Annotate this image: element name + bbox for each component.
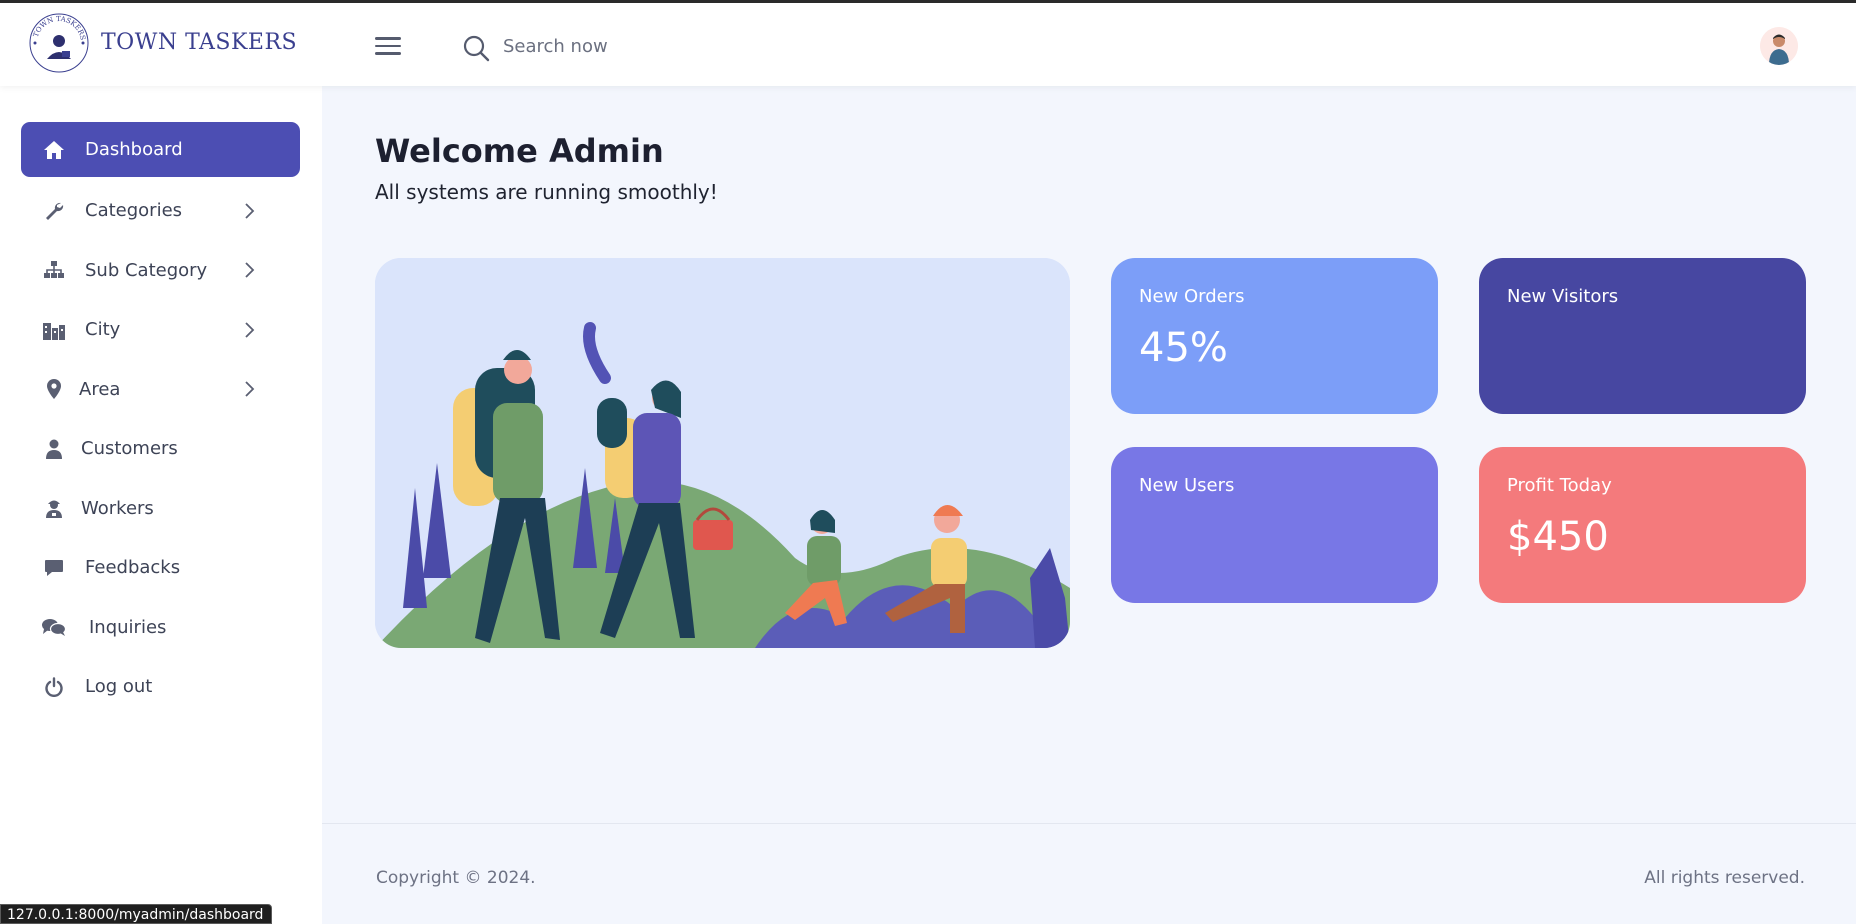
sidebar-item-dashboard[interactable]: Dashboard <box>21 122 300 177</box>
stat-card-label: New Visitors <box>1507 286 1619 307</box>
sidebar-item-categories[interactable]: Categories <box>21 185 300 237</box>
sidebar-item-label: Sub Category <box>85 259 208 281</box>
sidebar-item-label: Categories <box>85 200 183 221</box>
footer-rights: All rights reserved. <box>1644 868 1805 888</box>
family-hiking-illustration <box>375 258 1070 648</box>
brand-logo[interactable]: TOWN TASKERS <box>27 11 91 75</box>
worker-icon <box>41 497 67 519</box>
sidebar-item-customers[interactable]: Customers <box>21 423 300 475</box>
user-icon <box>41 438 67 460</box>
page-title: Welcome Admin <box>375 132 664 170</box>
stat-card-new-orders[interactable]: New Orders 45% <box>1111 258 1438 414</box>
sidebar-item-label: Feedbacks <box>85 557 181 578</box>
sidebar-item-label: Customers <box>81 438 178 459</box>
top-header: TOWN TASKERS TOWN TASKERS <box>0 3 1856 86</box>
stat-card-value: $450 <box>1507 514 1609 560</box>
stat-card-profit-today[interactable]: Profit Today $450 <box>1479 447 1806 603</box>
sidebar-item-logout[interactable]: Log out <box>21 661 300 713</box>
sidebar-item-city[interactable]: City <box>21 304 300 356</box>
home-icon <box>41 139 67 161</box>
sidebar-item-sub-category[interactable]: Sub Category <box>21 244 300 296</box>
chevron-right-icon[interactable] <box>242 380 256 398</box>
chevron-right-icon[interactable] <box>242 321 256 339</box>
chevron-right-icon[interactable] <box>242 261 256 279</box>
sidebar-item-label: Dashboard <box>85 139 183 160</box>
sidebar: Dashboard Categories Sub Category City A… <box>0 86 322 924</box>
search-icon[interactable] <box>462 34 490 62</box>
page-subtitle: All systems are running smoothly! <box>375 180 718 204</box>
stat-card-label: New Users <box>1139 475 1235 496</box>
power-icon <box>41 676 67 698</box>
sidebar-item-workers[interactable]: Workers <box>21 482 300 534</box>
menu-toggle-icon[interactable] <box>375 37 401 57</box>
sidebar-item-label: Inquiries <box>89 616 167 638</box>
footer-copyright: Copyright © 2024. <box>376 868 536 888</box>
stat-card-new-users[interactable]: New Users <box>1111 447 1438 603</box>
comment-icon <box>41 557 67 579</box>
comments-icon <box>41 616 67 638</box>
sidebar-item-inquiries[interactable]: Inquiries <box>21 601 300 653</box>
sidebar-item-label: Log out <box>85 676 153 697</box>
stat-card-label: Profit Today <box>1507 475 1612 496</box>
sitemap-icon <box>41 259 67 281</box>
brand-name[interactable]: TOWN TASKERS <box>101 30 297 55</box>
stat-card-label: New Orders <box>1139 286 1245 307</box>
stat-card-new-visitors[interactable]: New Visitors <box>1479 258 1806 414</box>
wrench-icon <box>41 200 67 222</box>
city-icon <box>41 319 67 341</box>
sidebar-nav: Dashboard Categories Sub Category City A… <box>21 122 300 720</box>
sidebar-item-label: Workers <box>81 497 154 519</box>
map-pin-icon <box>41 378 67 400</box>
search-input[interactable] <box>503 31 803 61</box>
browser-status-url: 127.0.0.1:8000/myadmin/dashboard <box>0 904 273 924</box>
sidebar-item-label: City <box>85 319 121 340</box>
main-content: Welcome Admin All systems are running sm… <box>322 86 1856 924</box>
stat-card-value: 45% <box>1139 325 1228 371</box>
sidebar-item-feedbacks[interactable]: Feedbacks <box>21 542 300 594</box>
sidebar-item-area[interactable]: Area <box>21 363 300 415</box>
user-avatar[interactable] <box>1760 27 1798 65</box>
footer-divider <box>322 823 1856 824</box>
chevron-right-icon[interactable] <box>242 202 256 220</box>
sidebar-item-label: Area <box>79 378 121 400</box>
